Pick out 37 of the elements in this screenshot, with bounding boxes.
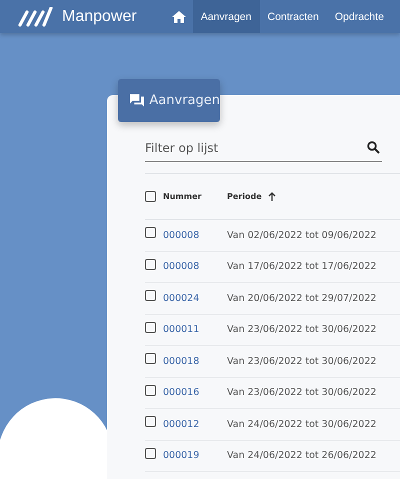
row-checkbox[interactable] [145, 227, 156, 238]
period-cell: Van 23/06/2022 tot 30/06/2022 [227, 387, 376, 398]
period-cell: Van 02/06/2022 tot 09/06/2022 [227, 230, 376, 241]
search-icon[interactable] [367, 141, 380, 154]
filter-field[interactable]: Filter op lijst [145, 135, 382, 162]
select-all-checkbox[interactable] [145, 191, 156, 202]
period-cell: Van 17/06/2022 tot 17/06/2022 [227, 261, 376, 272]
number-link[interactable]: 000008 [163, 261, 227, 272]
period-cell: Van 23/06/2022 tot 30/06/2022 [227, 356, 376, 367]
number-link[interactable]: 000024 [163, 292, 227, 304]
number-link[interactable]: 000018 [163, 356, 227, 367]
row-checkbox[interactable] [145, 384, 156, 396]
logo-text: Manpower [62, 8, 137, 26]
column-header[interactable]: Nummer [163, 192, 227, 201]
row-checkbox[interactable] [145, 322, 156, 333]
number-link[interactable]: 000019 [163, 450, 227, 462]
chat-icon [130, 93, 144, 108]
nav-tab[interactable]: Opdrachte [326, 0, 392, 33]
row-checkbox[interactable] [145, 290, 156, 302]
nav-tab[interactable]: Contracten [260, 0, 327, 33]
period-cell: Van 20/06/2022 tot 29/07/2022 [227, 292, 376, 304]
home-icon[interactable] [170, 10, 187, 24]
period-cell: Van 24/06/2022 tot 30/06/2022 [227, 418, 376, 430]
row-checkbox[interactable] [145, 258, 156, 270]
row-checkbox[interactable] [145, 416, 156, 428]
section-tab-label: Aanvragen [149, 93, 220, 108]
column-header[interactable]: Periode [227, 192, 276, 201]
period-cell: Van 23/06/2022 tot 30/06/2022 [227, 324, 376, 336]
number-link[interactable]: 000008 [163, 230, 227, 241]
nav-tab[interactable]: Aanvragen [192, 0, 260, 33]
number-link[interactable]: 000011 [163, 324, 227, 336]
number-link[interactable]: 000012 [163, 418, 227, 430]
period-cell: Van 24/06/2022 tot 26/06/2022 [227, 450, 376, 462]
section-tab[interactable]: Aanvragen [118, 79, 220, 122]
row-checkbox[interactable] [145, 448, 156, 459]
row-checkbox[interactable] [145, 353, 156, 364]
number-link[interactable]: 000016 [163, 387, 227, 398]
